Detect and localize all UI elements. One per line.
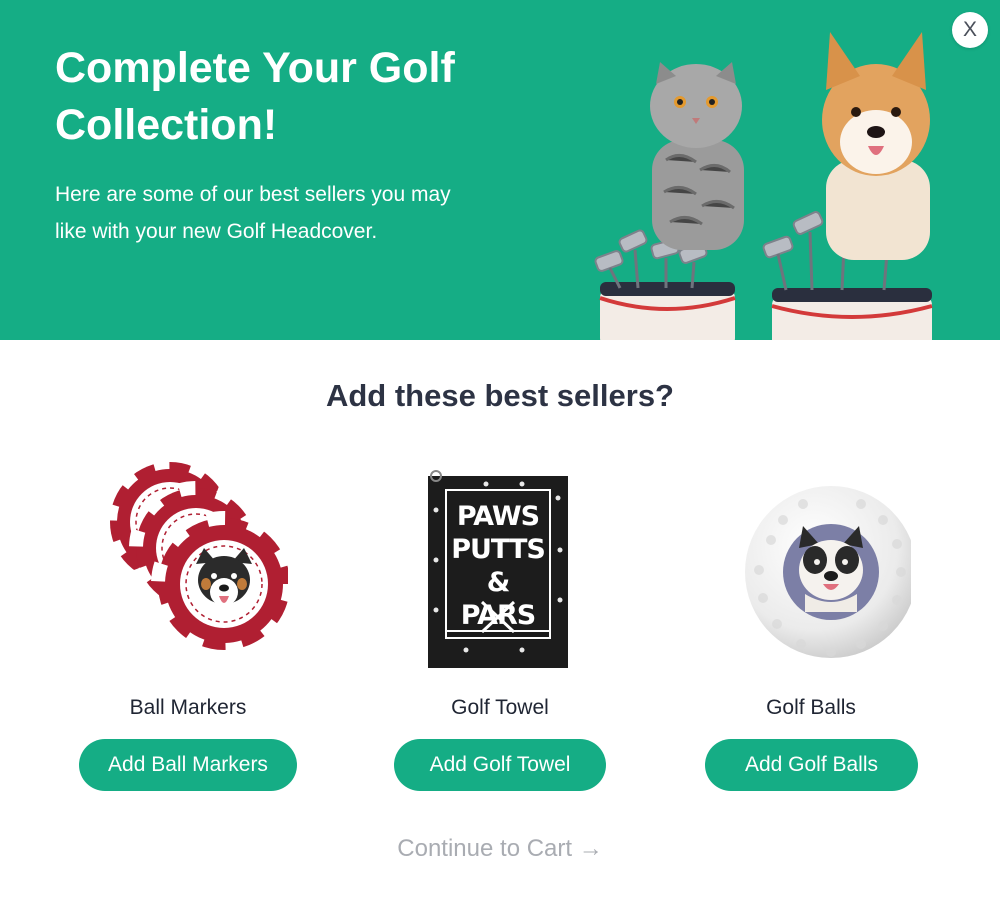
product-name: Golf Balls <box>766 696 856 719</box>
cat-headcover <box>650 62 744 250</box>
towel-text-line3: & PARS <box>460 567 536 631</box>
product-name: Golf Towel <box>451 696 549 719</box>
product-name: Ball Markers <box>129 696 247 719</box>
add-golf-towel-button[interactable]: Add Golf Towel <box>394 739 606 791</box>
close-icon: X <box>962 18 977 41</box>
product-card-golf-balls: Golf Balls Add Golf Balls <box>691 460 931 800</box>
continue-to-cart-link[interactable]: Continue to Cart → <box>0 835 1000 863</box>
section-title: Add these best sellers? <box>325 378 674 413</box>
pets-golf-bags-image <box>594 32 933 340</box>
dog-headcover <box>822 32 930 260</box>
ball-markers-image <box>103 460 288 657</box>
hero-subtitle: Here are some of our best sellers you ma… <box>55 183 451 243</box>
golf-towel-image: PAWS PUTTS & PARS <box>426 470 570 670</box>
close-button[interactable]: X <box>952 12 988 48</box>
add-golf-balls-button[interactable]: Add Golf Balls <box>705 739 918 791</box>
product-card-golf-towel: PAWS PUTTS & PARS Golf Towel Add Golf To… <box>380 460 620 800</box>
golf-ball-image <box>745 486 911 658</box>
product-card-ball-markers: Ball Markers Add Ball Markers <box>68 460 308 800</box>
towel-text-line2: PUTTS <box>451 534 546 565</box>
poker-chip <box>151 511 288 657</box>
hero-title: Complete Your Golf Collection! <box>55 44 455 149</box>
hero-banner: Complete Your Golf Collection! Here are … <box>0 0 1000 340</box>
towel-text-line1: PAWS <box>456 501 540 532</box>
add-ball-markers-button[interactable]: Add Ball Markers <box>79 739 297 791</box>
